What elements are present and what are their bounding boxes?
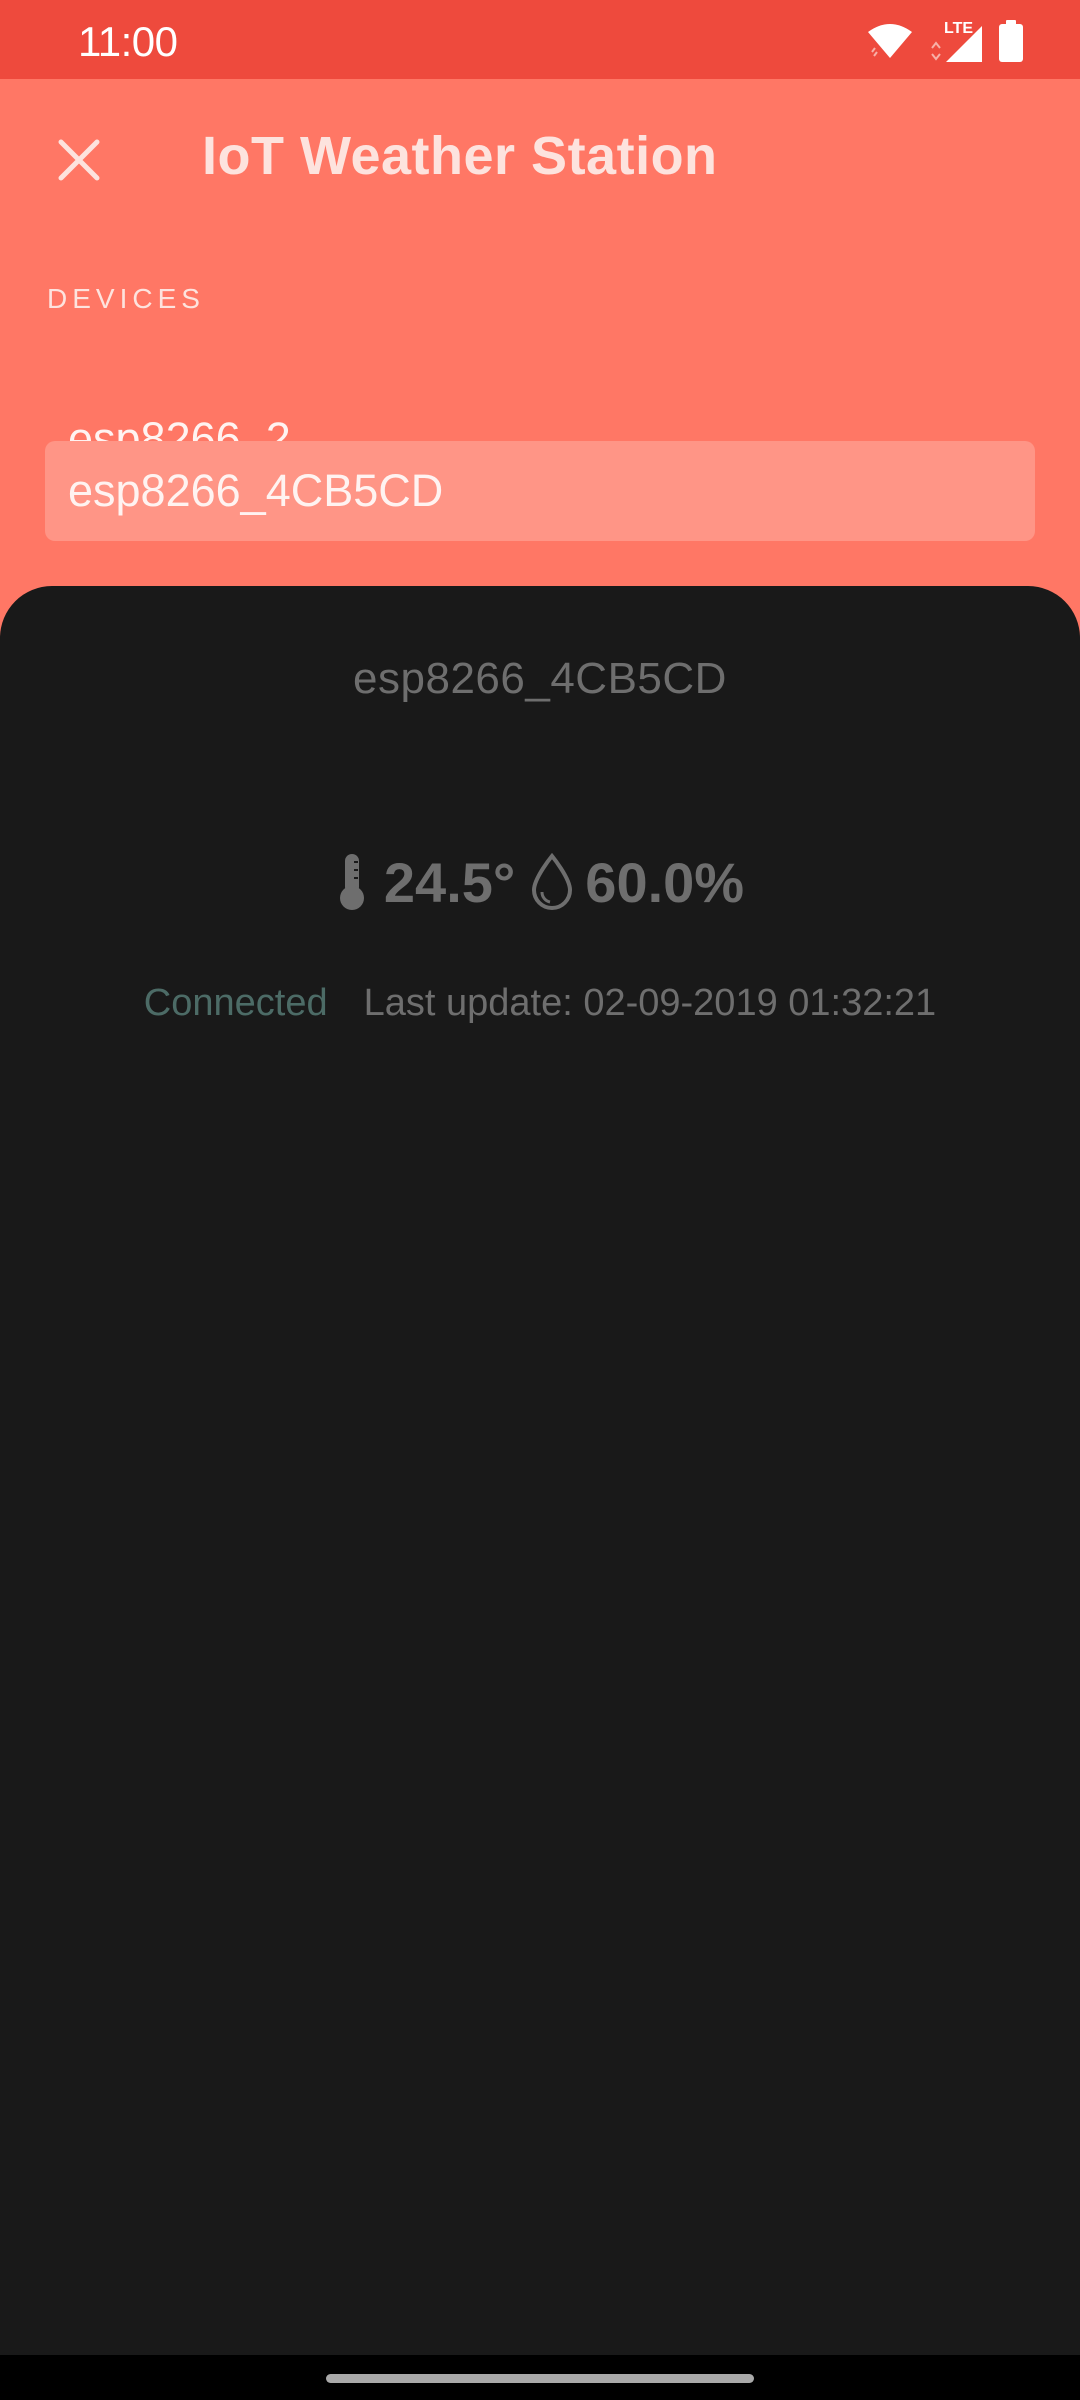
device-detail-sheet: esp8266_4CB5CD 24.5° 60.0% Connected Las: [0, 586, 1080, 2355]
app-header: IoT Weather Station DEVICES esp8266_2 es…: [0, 79, 1080, 589]
thermometer-icon: [336, 847, 368, 917]
last-update-text: Last update: 02-09-2019 01:32:21: [363, 982, 937, 1024]
devices-section-label: DEVICES: [47, 283, 205, 314]
battery-icon: [998, 19, 1024, 67]
connection-status: Connected: [143, 982, 328, 1024]
lte-signal-icon: LTE: [928, 20, 984, 64]
device-item-label: esp8266_4CB5CD: [68, 465, 444, 516]
app-screen: 11:00 LTE IoT Weather Station DEVICES es…: [0, 0, 1080, 2400]
home-gesture-handle[interactable]: [326, 2374, 754, 2383]
navigation-bar: [0, 2355, 1080, 2400]
connection-status-line: Connected Last update: 02-09-2019 01:32:…: [0, 982, 1080, 1025]
humidity-value: 60.0%: [585, 850, 745, 914]
wifi-icon: [866, 22, 914, 65]
app-title: IoT Weather Station: [202, 126, 718, 186]
humidity-drop-icon: [529, 847, 575, 917]
status-bar: 11:00 LTE: [0, 0, 1080, 79]
status-icons: LTE: [866, 19, 1024, 67]
status-time: 11:00: [78, 18, 178, 65]
readings-row: 24.5° 60.0%: [0, 842, 1080, 922]
close-icon: [57, 138, 101, 187]
detail-device-name: esp8266_4CB5CD: [353, 654, 727, 703]
device-item-esp8266-4cb5cd[interactable]: esp8266_4CB5CD: [45, 441, 1035, 541]
lte-label: LTE: [944, 20, 974, 37]
temperature-value: 24.5°: [383, 850, 516, 914]
close-button[interactable]: [48, 131, 110, 193]
